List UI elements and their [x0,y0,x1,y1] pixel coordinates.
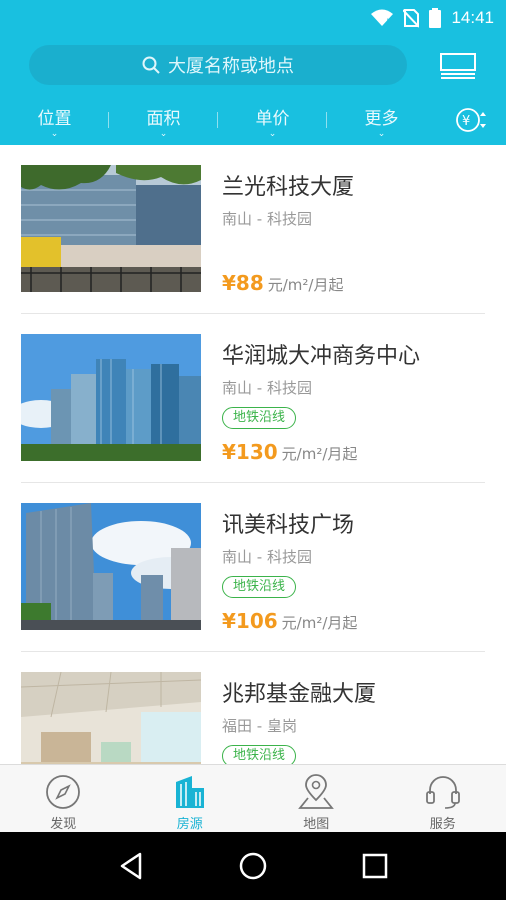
tab-service[interactable]: 服务 [380,765,506,832]
listing-price: ¥106 元/m²/月起 [222,609,357,633]
chevron-down-icon: ⌄ [159,128,168,139]
price-value: ¥88 [222,271,264,295]
tab-map[interactable]: 地图 [253,765,380,832]
bottom-tab-bar: 发现 房源 地图 服务 [0,764,506,832]
filter-label: 位置 [37,108,72,129]
listing-location: 福田 - 皇岗 [222,717,297,735]
filter-more[interactable]: 更多 ⌄ [327,100,436,140]
filter-label: 更多 [364,108,399,129]
tab-label: 发现 [50,817,77,832]
price-unit: 元/m²/月起 [267,276,344,294]
listing-card[interactable]: 兆邦基金融大厦 福田 - 皇岗 地铁沿线 [0,652,506,764]
price-value: ¥106 [222,609,278,633]
filter-label: 单价 [255,108,290,129]
svg-text:¥: ¥ [462,114,470,129]
search-icon [142,56,160,74]
tab-listings[interactable]: 房源 [127,765,254,832]
price-unit: 元/m²/月起 [281,445,358,463]
listing-name: 兰光科技大厦 [222,175,355,200]
listing-card[interactable]: 讯美科技广场 南山 - 科技园 地铁沿线 ¥106 元/m²/月起 [0,483,506,652]
status-time: 14:41 [451,8,494,27]
building-icon [175,776,204,808]
listing-name: 华润城大冲商务中心 [222,344,421,369]
no-sim-icon [403,9,420,28]
listing-price: ¥88 元/m²/月起 [222,271,343,295]
headset-icon [425,776,460,809]
chevron-down-icon: ⌄ [377,128,386,139]
search-bar[interactable]: 大厦名称或地点 [29,45,407,85]
system-nav-bar [0,832,506,900]
metro-tag: 地铁沿线 [222,576,297,598]
header: ! 14:41 大厦名称或地点 位置 ⌄ 面积 ⌄ 单价 ⌄ 更多 ⌄ ¥ [0,0,506,145]
listing-location: 南山 - 科技园 [222,210,312,228]
home-icon[interactable] [239,852,267,880]
chevron-down-icon: ⌄ [268,128,277,139]
chevron-down-icon: ⌄ [50,128,59,139]
listing-location: 南山 - 科技园 [222,548,312,566]
listing-list[interactable]: 兰光科技大厦 南山 - 科技园 ¥88 元/m²/月起 华润城大冲商务中心 南山… [0,145,506,764]
building-photo [21,672,201,764]
svg-text:!: ! [386,18,390,27]
listing-name: 兆邦基金融大厦 [222,682,377,707]
recents-icon[interactable] [362,853,388,879]
tab-label: 地图 [303,817,330,832]
listing-location: 南山 - 科技园 [222,379,312,397]
filter-price[interactable]: 单价 ⌄ [218,100,327,140]
building-photo [21,334,201,461]
listing-name: 讯美科技广场 [222,513,355,538]
price-value: ¥130 [222,440,278,464]
filter-bar: 位置 ⌄ 面积 ⌄ 单价 ⌄ 更多 ⌄ [0,100,506,140]
tab-label: 房源 [176,817,203,832]
metro-tag: 地铁沿线 [222,745,297,764]
listing-card[interactable]: 兰光科技大厦 南山 - 科技园 ¥88 元/m²/月起 [0,145,506,314]
battery-icon [429,8,442,28]
listing-price: ¥130 元/m²/月起 [222,440,357,464]
back-icon[interactable] [118,852,144,880]
status-bar: ! 14:41 [371,6,494,30]
currency-sort-icon[interactable]: ¥ [456,107,486,133]
filter-label: 面积 [146,108,181,129]
compass-icon [46,775,81,809]
filter-area[interactable]: 面积 ⌄ [109,100,218,140]
filter-location[interactable]: 位置 ⌄ [0,100,109,140]
price-unit: 元/m²/月起 [281,614,358,632]
building-photo [21,165,201,292]
wifi-icon: ! [371,9,394,27]
metro-tag: 地铁沿线 [222,407,297,429]
list-view-icon[interactable] [440,53,476,79]
map-pin-icon [298,774,335,809]
tab-label: 服务 [429,817,456,832]
tab-discover[interactable]: 发现 [0,765,127,832]
search-placeholder: 大厦名称或地点 [168,56,294,77]
building-photo [21,503,201,630]
listing-card[interactable]: 华润城大冲商务中心 南山 - 科技园 地铁沿线 ¥130 元/m²/月起 [0,314,506,483]
